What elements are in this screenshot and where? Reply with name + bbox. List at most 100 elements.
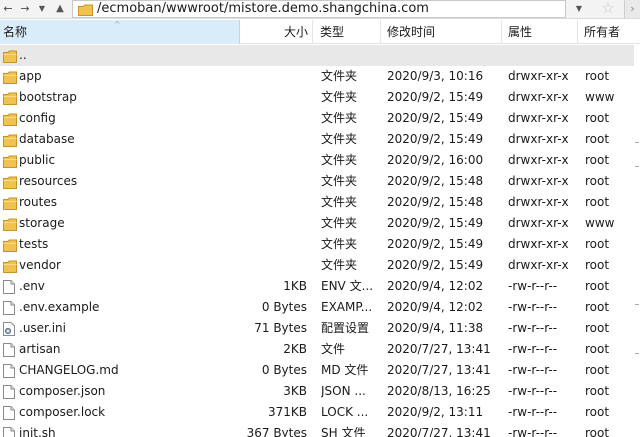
file-type: ENV 文... xyxy=(321,279,374,293)
file-owner: root xyxy=(585,195,610,209)
file-row[interactable]: bootstrap 文件夹 2020/9/2, 15:49 drwxr-xr-x www xyxy=(0,87,634,108)
column-header-permissions[interactable]: 属性 xyxy=(502,20,578,44)
file-permissions xyxy=(508,45,578,66)
file-modified: 2020/9/2, 15:48 xyxy=(387,174,484,188)
file-size xyxy=(240,45,307,66)
file-row[interactable]: .user.ini 71 Bytes 配置设置 2020/9/4, 11:38 -rw-… xyxy=(0,318,634,339)
file-permissions: drwxr-xr-x xyxy=(508,174,569,188)
file-name: database xyxy=(19,132,75,146)
folder-icon xyxy=(3,255,17,276)
file-name: routes xyxy=(19,195,57,209)
column-header-owner[interactable]: 所有者 xyxy=(578,20,640,44)
address-toolbar: ← → ▼ ▲ /ecmoban/wwwroot/mistore.demo.sh… xyxy=(0,0,640,19)
parent-directory-row[interactable]: .. xyxy=(0,45,634,66)
file-permissions: drwxr-xr-x xyxy=(508,132,569,146)
file-row[interactable]: storage 文件夹 2020/9/2, 15:49 drwxr-xr-x www xyxy=(0,213,634,234)
file-owner: root xyxy=(585,69,610,83)
file-type: 文件夹 xyxy=(321,216,358,230)
file-name: tests xyxy=(19,237,49,251)
file-permissions: -rw-r--r-- xyxy=(508,384,558,398)
parent-directory-icon[interactable]: ▲ xyxy=(52,1,68,17)
file-row[interactable]: config 文件夹 2020/9/2, 15:49 drwxr-xr-x root xyxy=(0,108,634,129)
file-modified: 2020/9/2, 15:49 xyxy=(387,132,484,146)
file-owner: root xyxy=(585,237,610,251)
file-name: .env.example xyxy=(19,300,100,314)
file-row[interactable]: vendor 文件夹 2020/9/2, 15:49 drwxr-xr-x root xyxy=(0,255,634,276)
file-row[interactable]: artisan 2KB 文件 2020/7/27, 13:41 -rw-r--r-- ro… xyxy=(0,339,634,360)
file-permissions: drwxr-xr-x xyxy=(508,153,569,167)
back-arrow-icon[interactable]: ← xyxy=(0,1,16,17)
folder-icon xyxy=(3,150,17,171)
file-type: MD 文件 xyxy=(321,363,369,377)
file-owner: root xyxy=(585,132,610,146)
file-name: resources xyxy=(19,174,78,188)
sort-ascending-icon: ^ xyxy=(114,20,121,29)
file-modified: 2020/9/2, 15:49 xyxy=(387,258,484,272)
file-name: storage xyxy=(19,216,65,230)
file-owner: www xyxy=(585,90,615,104)
file-size xyxy=(240,213,307,234)
file-type: 文件夹 xyxy=(321,69,358,83)
file-name: vendor xyxy=(19,258,61,272)
file-type: SH 文件 xyxy=(321,426,366,437)
column-header-modified[interactable]: 修改时间 xyxy=(381,20,502,44)
file-size xyxy=(240,192,307,213)
file-row[interactable]: .env 1KB ENV 文... 2020/9/4, 12:02 -rw-r--r--… xyxy=(0,276,634,297)
column-header-type[interactable]: 类型 xyxy=(313,20,381,44)
file-owner: root xyxy=(585,174,610,188)
forward-arrow-icon[interactable]: → xyxy=(17,1,33,17)
path-dropdown-icon[interactable]: ▼ xyxy=(572,1,586,17)
file-row[interactable]: init.sh 367 Bytes SH 文件 2020/7/27, 13:41 -rw… xyxy=(0,423,634,437)
file-modified: 2020/9/2, 13:11 xyxy=(387,405,484,419)
file-name: config xyxy=(19,111,56,125)
file-type: 文件 xyxy=(321,342,346,356)
file-permissions: -rw-r--r-- xyxy=(508,363,558,377)
file-modified: 2020/9/2, 15:49 xyxy=(387,90,484,104)
file-row[interactable]: app 文件夹 2020/9/3, 10:16 drwxr-xr-x root xyxy=(0,66,634,87)
file-permissions: -rw-r--r-- xyxy=(508,426,558,437)
file-name: bootstrap xyxy=(19,90,77,104)
file-size xyxy=(240,171,307,192)
file-row[interactable]: routes 文件夹 2020/9/2, 15:48 drwxr-xr-x root xyxy=(0,192,634,213)
folder-icon xyxy=(3,108,17,129)
file-owner xyxy=(585,45,633,66)
file-icon xyxy=(3,339,17,360)
column-header-size[interactable]: 大小 xyxy=(240,20,313,44)
file-icon xyxy=(3,381,17,402)
file-modified: 2020/9/4, 11:38 xyxy=(387,321,484,335)
folder-icon xyxy=(3,171,17,192)
path-input[interactable]: /ecmoban/wwwroot/mistore.demo.shangchina… xyxy=(72,0,566,18)
file-size: 0 Bytes xyxy=(261,363,307,377)
toolbar-overflow-icon[interactable]: › xyxy=(624,0,640,18)
file-type xyxy=(321,45,379,66)
file-owner: root xyxy=(585,111,610,125)
file-row[interactable]: public 文件夹 2020/9/2, 16:00 drwxr-xr-x root xyxy=(0,150,634,171)
bookmark-star-icon[interactable]: ☆ xyxy=(599,0,617,18)
history-dropdown-icon[interactable]: ▼ xyxy=(37,1,47,17)
file-row[interactable]: .env.example 0 Bytes EXAMP... 2020/9/4, 12:… xyxy=(0,297,634,318)
file-size: 3KB xyxy=(283,384,307,398)
file-row[interactable]: composer.json 3KB JSON ... 2020/8/13, 16:25… xyxy=(0,381,634,402)
file-modified: 2020/8/13, 16:25 xyxy=(387,384,491,398)
file-list[interactable]: .. app 文件夹 2020/9/3, 10:16 drwxr-xr-x root boo… xyxy=(0,45,640,437)
file-row[interactable]: resources 文件夹 2020/9/2, 15:48 drwxr-xr-x roo… xyxy=(0,171,634,192)
file-row[interactable]: composer.lock 371KB LOCK ... 2020/9/2, 13:1… xyxy=(0,402,634,423)
file-row[interactable]: database 文件夹 2020/9/2, 15:49 drwxr-xr-x root xyxy=(0,129,634,150)
file-size: 0 Bytes xyxy=(261,300,307,314)
file-modified: 2020/7/27, 13:41 xyxy=(387,426,491,437)
file-row[interactable]: tests 文件夹 2020/9/2, 15:49 drwxr-xr-x root xyxy=(0,234,634,255)
column-header-name-label: 名称 xyxy=(3,25,28,39)
file-owner: root xyxy=(585,321,610,335)
file-row[interactable]: CHANGELOG.md 0 Bytes MD 文件 2020/7/27, 13:41… xyxy=(0,360,634,381)
file-modified: 2020/9/2, 15:49 xyxy=(387,111,484,125)
path-text: /ecmoban/wwwroot/mistore.demo.shangchina… xyxy=(97,1,429,16)
file-permissions: drwxr-xr-x xyxy=(508,195,569,209)
file-type: LOCK ... xyxy=(321,405,369,419)
scrollbar[interactable] xyxy=(634,45,640,437)
file-owner: root xyxy=(585,426,610,437)
column-header: ^ 名称 大小 类型 修改时间 属性 所有者 xyxy=(0,20,640,44)
file-size xyxy=(240,255,307,276)
column-header-name[interactable]: ^ 名称 xyxy=(0,20,240,44)
file-owner: www xyxy=(585,216,615,230)
file-type: JSON ... xyxy=(321,384,366,398)
